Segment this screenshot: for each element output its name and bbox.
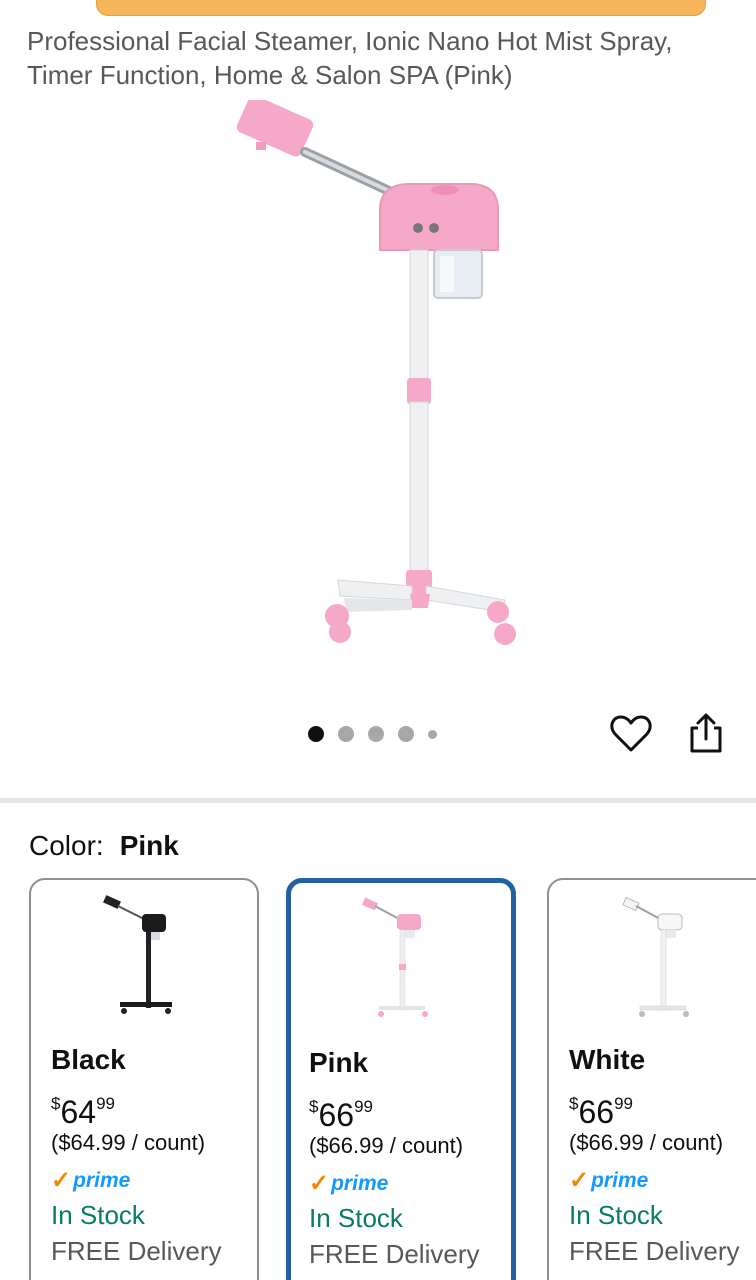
- carousel-dot[interactable]: [398, 726, 414, 742]
- variant-card-white[interactable]: White $6699 ($66.99 / count) ✓ prime In S…: [547, 878, 756, 1280]
- variant-card-black[interactable]: Black $6499 ($64.99 / count) ✓ prime In S…: [29, 878, 259, 1280]
- carousel-dot[interactable]: [338, 726, 354, 742]
- variant-name: White: [569, 1044, 646, 1075]
- variant-unit-price: ($66.99 / count): [569, 1130, 724, 1155]
- variant-thumbnail: [622, 896, 689, 1017]
- top-bar: [0, 0, 756, 20]
- image-carousel-dots[interactable]: [308, 724, 437, 744]
- prime-badge: ✓ prime: [51, 1167, 131, 1194]
- variant-thumbnail: [361, 897, 428, 1017]
- carousel-dot[interactable]: [368, 726, 384, 742]
- variant-name: Pink: [309, 1047, 369, 1078]
- variant-price: $6499: [51, 1094, 115, 1130]
- check-icon: ✓: [309, 1170, 330, 1197]
- prime-badge: ✓ prime: [309, 1170, 389, 1197]
- heart-icon[interactable]: [610, 714, 652, 754]
- buy-button-edge[interactable]: [96, 0, 706, 16]
- carousel-dot[interactable]: [308, 726, 324, 742]
- variant-card-pink[interactable]: Pink $6699 ($66.99 / count) ✓ prime In St…: [286, 878, 516, 1280]
- variant-unit-price: ($66.99 / count): [309, 1133, 464, 1158]
- product-image[interactable]: [0, 100, 756, 700]
- delivery-info: FREE Delivery: [309, 1239, 480, 1269]
- product-title: Professional Facial Steamer, Ionic Nano …: [27, 26, 673, 90]
- delivery-info: FREE Delivery: [51, 1236, 222, 1266]
- check-icon: ✓: [51, 1167, 72, 1194]
- stock-status: In Stock: [309, 1203, 403, 1233]
- variant-unit-price: ($64.99 / count): [51, 1130, 206, 1155]
- variant-price: $6699: [309, 1097, 373, 1133]
- carousel-dot[interactable]: [428, 729, 437, 739]
- share-icon[interactable]: [686, 712, 726, 754]
- stock-status: In Stock: [569, 1200, 663, 1230]
- check-icon: ✓: [569, 1167, 590, 1194]
- variant-thumbnail: [103, 895, 172, 1014]
- variant-name: Black: [51, 1044, 126, 1075]
- section-divider: [0, 798, 756, 803]
- stock-status: In Stock: [51, 1200, 145, 1230]
- color-label: Color:: [29, 830, 104, 861]
- delivery-info: FREE Delivery: [569, 1236, 740, 1266]
- color-selector-label: Color: Pink: [29, 826, 179, 866]
- prime-badge: ✓ prime: [569, 1167, 649, 1194]
- selected-color-value: Pink: [119, 830, 179, 861]
- variant-price: $6699: [569, 1094, 633, 1130]
